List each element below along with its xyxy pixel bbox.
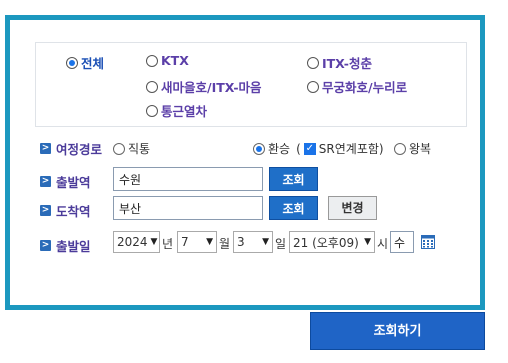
radio-saemaeul-label: 새마을호/ITX-마음 (161, 80, 262, 95)
radio-round-trip[interactable]: 왕복 (394, 140, 431, 157)
chevron-down-icon: ▼ (206, 237, 213, 247)
radio-mugunghwa-label: 무궁화호/누리로 (322, 80, 408, 95)
arrival-label: 도착역 (56, 204, 91, 219)
radio-itx-cheongchun[interactable]: ITX-청춘 (307, 53, 372, 72)
date-row-label: > 출발일 (40, 236, 91, 255)
chevron-down-icon: ▼ (150, 237, 158, 247)
radio-mugunghwa-dot[interactable] (307, 80, 319, 93)
radio-direct-label: 직통 (128, 142, 151, 156)
arrival-row-label: > 도착역 (40, 201, 91, 220)
radio-saemaeul-dot[interactable] (146, 80, 158, 93)
chevron-right-icon: > (40, 240, 51, 251)
sr-link-checkbox[interactable]: ✓ (303, 142, 316, 155)
day-value: 3 (237, 235, 245, 249)
radio-transfer-label: 환승 (268, 142, 291, 156)
radio-direct[interactable]: 직통 (113, 140, 150, 157)
radio-mugunghwa[interactable]: 무궁화호/누리로 (307, 77, 407, 96)
date-label: 출발일 (56, 239, 91, 254)
year-unit: 년 (162, 237, 174, 251)
radio-transfer-dot[interactable] (253, 142, 265, 155)
submit-button[interactable]: 조회하기 (310, 312, 485, 350)
departure-input[interactable]: 수원 (113, 167, 263, 191)
year-value: 2024 (117, 235, 148, 249)
chevron-right-icon: > (40, 176, 51, 187)
day-unit: 일 (275, 237, 287, 251)
radio-ktx[interactable]: KTX (146, 53, 189, 68)
departure-label: 출발역 (56, 175, 91, 190)
hour-unit: 시 (377, 237, 389, 251)
month-select[interactable]: 7 ▼ (177, 231, 217, 253)
chevron-down-icon: ▼ (262, 237, 269, 247)
sr-link-label: SR연계포함) (318, 142, 384, 156)
chevron-right-icon: > (40, 205, 51, 216)
radio-round-trip-dot[interactable] (394, 142, 406, 155)
arrival-input[interactable]: 부산 (113, 196, 263, 220)
radio-commuter-label: 통근열차 (161, 104, 208, 119)
weekday-display: 수 (390, 231, 414, 253)
chevron-right-icon: > (40, 143, 51, 154)
train-type-box: 전체 KTX ITX-청춘 새마을호/ITX-마음 무궁화호/누리로 통근열차 (35, 42, 467, 127)
day-select[interactable]: 3 ▼ (233, 231, 273, 253)
route-row-label: > 여정경로 (40, 139, 102, 158)
hour-select[interactable]: 21 (오후09) ▼ (289, 231, 375, 253)
departure-row-label: > 출발역 (40, 172, 91, 191)
hour-value: 21 (오후09) (293, 235, 359, 250)
radio-transfer[interactable]: 환승 ( ✓ SR연계포함) (253, 140, 384, 157)
radio-all[interactable]: 전체 (66, 53, 104, 72)
arrival-search-button[interactable]: 조회 (269, 196, 318, 220)
route-label: 여정경로 (56, 142, 103, 157)
radio-itx-cheongchun-label: ITX-청춘 (322, 56, 372, 71)
radio-saemaeul[interactable]: 새마을호/ITX-마음 (146, 77, 262, 96)
radio-all-dot[interactable] (66, 56, 78, 69)
radio-all-label: 전체 (81, 56, 105, 71)
radio-round-trip-label: 왕복 (409, 142, 432, 156)
month-unit: 월 (219, 237, 231, 251)
radio-ktx-dot[interactable] (146, 54, 158, 67)
radio-commuter-dot[interactable] (146, 104, 158, 117)
radio-direct-dot[interactable] (113, 142, 125, 155)
year-select[interactable]: 2024 ▼ (113, 231, 160, 253)
radio-ktx-label: KTX (161, 53, 189, 68)
departure-search-button[interactable]: 조회 (269, 167, 318, 191)
sr-paren: ( (296, 141, 301, 156)
radio-itx-cheongchun-dot[interactable] (307, 56, 319, 69)
search-panel: 전체 KTX ITX-청춘 새마을호/ITX-마음 무궁화호/누리로 통근열차 … (5, 15, 485, 310)
calendar-icon[interactable] (421, 235, 435, 249)
month-value: 7 (181, 235, 189, 249)
radio-commuter[interactable]: 통근열차 (146, 101, 207, 120)
chevron-down-icon: ▼ (364, 237, 371, 247)
swap-stations-button[interactable]: 변경 (328, 196, 377, 220)
